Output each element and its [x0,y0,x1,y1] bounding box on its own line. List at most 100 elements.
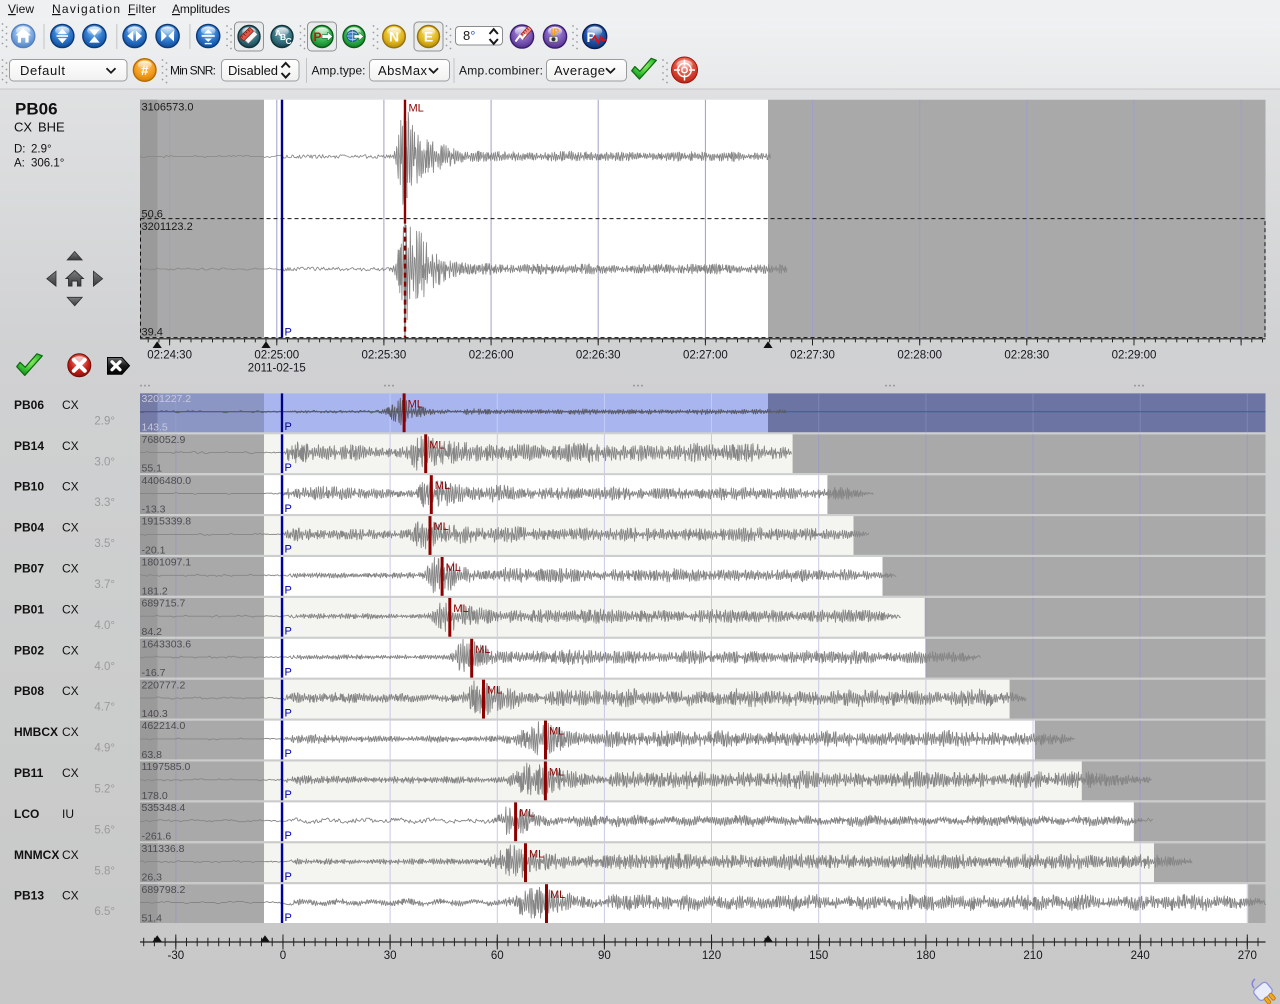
svg-text:90: 90 [598,950,611,962]
svg-text:PB06: PB06 [14,398,44,412]
svg-text:02:26:00: 02:26:00 [469,350,514,362]
svg-text:PB11: PB11 [14,766,44,780]
svg-text:HMBCX: HMBCX [14,725,58,739]
svg-text:689798.2: 689798.2 [142,884,186,896]
svg-text:178.0: 178.0 [142,790,168,802]
svg-text:30: 30 [384,950,397,962]
svg-text:0: 0 [280,950,286,962]
svg-text:CX: CX [62,398,79,412]
svg-text:180: 180 [916,950,935,962]
svg-text:50.6: 50.6 [142,208,163,220]
svg-text:CX: CX [62,643,79,657]
svg-text:P: P [314,30,322,44]
svg-text:140.3: 140.3 [142,708,168,720]
svg-text:02:27:00: 02:27:00 [683,350,728,362]
svg-text:P: P [285,830,292,842]
svg-text:IU: IU [62,807,74,821]
svg-text:PB08: PB08 [14,684,44,698]
svg-text:1915339.8: 1915339.8 [142,516,192,528]
svg-text:02:25:30: 02:25:30 [362,350,407,362]
svg-text:ML: ML [453,603,468,615]
svg-text:535348.4: 535348.4 [142,802,186,814]
svg-text:PB06: PB06 [15,100,58,119]
svg-text:1643303.6: 1643303.6 [142,638,192,650]
svg-text:2011-02-15: 2011-02-15 [248,363,306,375]
svg-text:#: # [141,63,149,78]
svg-text:768052.9: 768052.9 [142,434,186,446]
svg-text:ML: ML [446,562,461,574]
svg-text:P: P [285,544,292,556]
svg-text:View: View [8,2,34,16]
svg-text:3.0°: 3.0° [94,456,115,468]
svg-text:CX: CX [62,889,79,903]
svg-text:PB14: PB14 [14,439,44,453]
svg-text:N: N [389,29,399,45]
svg-text:210: 210 [1023,950,1042,962]
svg-text:ML: ML [475,644,490,656]
svg-text:PB07: PB07 [14,562,44,576]
svg-text:60: 60 [491,950,504,962]
svg-text:D:: D: [14,144,26,156]
svg-text:Amp.type:: Amp.type: [312,64,366,78]
svg-text:Amplitudes: Amplitudes [172,2,230,16]
svg-text:4406480.0: 4406480.0 [142,475,192,487]
svg-text:311336.8: 311336.8 [142,843,185,855]
svg-text:AbsMax: AbsMax [378,63,428,78]
svg-text:-261.6: -261.6 [142,831,172,843]
svg-text:02:27:30: 02:27:30 [790,350,835,362]
svg-text:CX: CX [62,562,79,576]
svg-text:ML: ML [408,398,423,410]
svg-text:Disabled: Disabled [228,63,278,78]
svg-text:P: P [285,707,292,719]
svg-text:A:: A: [14,158,25,170]
svg-text:84.2: 84.2 [142,626,163,638]
svg-text:ML: ML [487,685,502,697]
svg-text:P: P [285,503,292,515]
svg-text:ML: ML [429,439,444,451]
svg-text:LCO: LCO [14,807,39,821]
svg-text:181.2: 181.2 [142,585,168,597]
svg-text:4.7°: 4.7° [94,702,115,714]
svg-text:-16.7: -16.7 [142,667,166,679]
svg-text:2.9°: 2.9° [94,415,115,427]
svg-text:ML: ML [529,848,544,860]
svg-text:2.9°: 2.9° [31,144,52,156]
svg-text:CX: CX [62,602,79,616]
svg-text:02:28:30: 02:28:30 [1004,350,1049,362]
svg-text:CX: CX [62,766,79,780]
svg-text:Average: Average [554,63,605,78]
svg-text:CX: CX [62,521,79,535]
svg-text:CX: CX [62,439,79,453]
svg-text:-13.3: -13.3 [142,504,166,516]
svg-text:220777.2: 220777.2 [142,679,186,691]
svg-text:Navigation: Navigation [52,2,120,16]
svg-text:Filter: Filter [128,2,156,16]
svg-text:PB04: PB04 [14,521,44,535]
svg-text:ML: ML [435,480,450,492]
svg-text:PB02: PB02 [14,643,44,657]
svg-text:3.7°: 3.7° [94,579,115,591]
svg-text:3106573.0: 3106573.0 [142,101,194,113]
svg-text:Amp.combiner:: Amp.combiner: [459,64,543,78]
svg-text:CX: CX [14,120,32,135]
svg-text:8°: 8° [463,28,475,43]
svg-text:-30: -30 [167,950,184,962]
svg-text:ML: ML [549,767,564,779]
svg-text:4.9°: 4.9° [94,743,115,755]
svg-text:02:26:30: 02:26:30 [576,350,621,362]
svg-text:CX: CX [62,480,79,494]
svg-text:39.4: 39.4 [142,326,163,338]
svg-text:63.8: 63.8 [142,749,163,761]
svg-text:689715.7: 689715.7 [142,598,186,610]
svg-text:55.1: 55.1 [142,463,163,475]
svg-text:02:25:00: 02:25:00 [254,350,299,362]
svg-text:26.3: 26.3 [142,872,163,884]
svg-text:P: P [285,748,292,760]
svg-text:P: P [285,626,292,638]
svg-text:3201227.2: 3201227.2 [142,393,192,405]
svg-text:IP: IP [551,27,560,37]
svg-text:MNMCX: MNMCX [14,848,59,862]
svg-text:4.0°: 4.0° [94,661,115,673]
svg-text:-20.1: -20.1 [142,544,166,556]
svg-text:PB13: PB13 [14,889,44,903]
